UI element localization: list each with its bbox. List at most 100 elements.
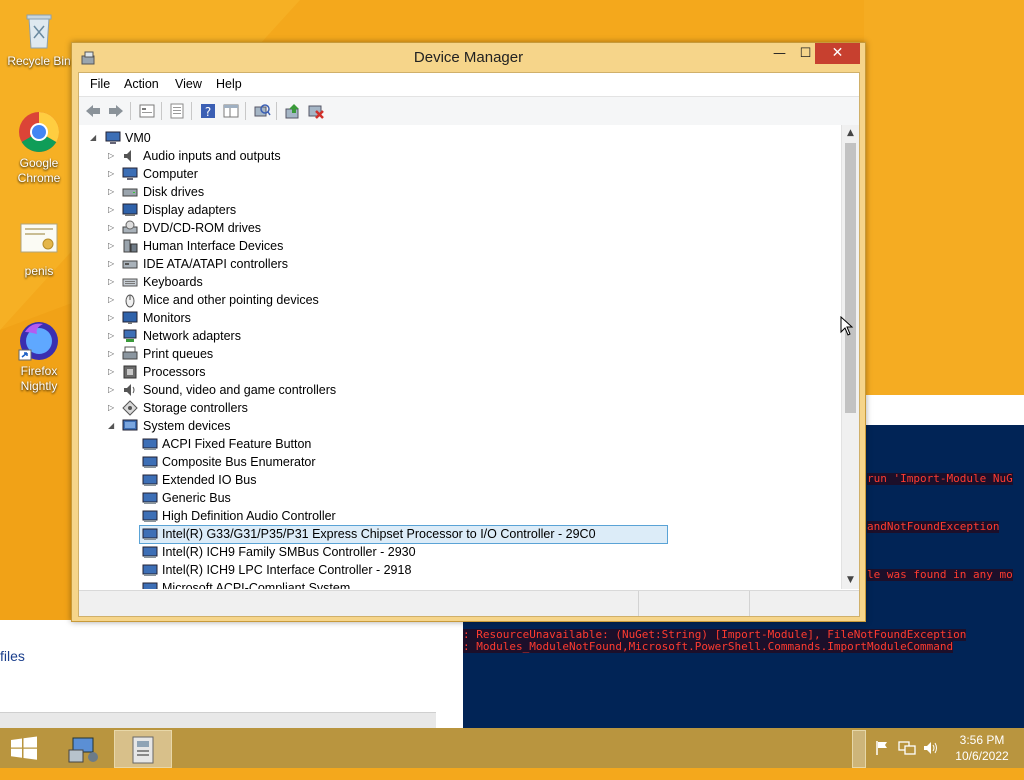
- status-bar: [79, 590, 859, 616]
- expand-arrow-icon[interactable]: ▷: [108, 237, 118, 255]
- back-arrow-icon[interactable]: [84, 102, 102, 120]
- collapse-arrow-icon[interactable]: ◢: [90, 129, 100, 147]
- system-device-label: Intel(R) ICH9 Family SMBus Controller - …: [162, 545, 416, 559]
- grid-view-icon[interactable]: [222, 102, 240, 120]
- chrome-icon: [17, 110, 61, 154]
- hid-icon: [122, 238, 138, 254]
- expand-arrow-icon[interactable]: ▷: [108, 147, 118, 165]
- system-device-label: High Definition Audio Controller: [162, 509, 336, 523]
- help-icon[interactable]: ?: [199, 102, 217, 120]
- desktop-icon-chrome[interactable]: Google Chrome: [4, 110, 74, 186]
- chipset-icon: [142, 562, 158, 578]
- tree-category-label: Disk drives: [143, 185, 205, 199]
- scroll-up-arrow-icon[interactable]: ▲: [842, 125, 859, 142]
- desktop-icon-label: Recycle Bin: [7, 54, 71, 68]
- expand-arrow-icon[interactable]: ▷: [108, 165, 118, 183]
- expand-arrow-icon[interactable]: ▷: [108, 363, 118, 381]
- disk-drive-icon: [122, 184, 138, 200]
- network-icon[interactable]: [898, 740, 916, 780]
- explorer-files-label[interactable]: files: [0, 648, 25, 664]
- expand-arrow-icon[interactable]: ▷: [108, 273, 118, 291]
- menu-action[interactable]: Action: [124, 77, 159, 91]
- volume-icon[interactable]: [922, 740, 940, 780]
- scroll-handle[interactable]: [852, 730, 866, 768]
- svg-text:?: ?: [205, 105, 211, 119]
- expand-arrow-icon[interactable]: ▷: [108, 381, 118, 399]
- taskbar: 3:56 PM 10/6/2022: [0, 728, 1024, 768]
- expand-arrow-icon[interactable]: ▷: [108, 219, 118, 237]
- toolbar-separator: [191, 102, 192, 120]
- toolbar: ?: [79, 96, 859, 126]
- uninstall-device-icon[interactable]: [307, 102, 325, 120]
- system-device-label: Intel(R) G33/G31/P35/P31 Express Chipset…: [162, 527, 596, 541]
- chipset-icon: [142, 490, 158, 506]
- keyboard-icon: [122, 274, 138, 290]
- chipset-icon: [142, 544, 158, 560]
- menu-bar: File Action View Help: [79, 73, 859, 95]
- tree-category-label: Network adapters: [143, 329, 241, 343]
- expand-arrow-icon[interactable]: ▷: [108, 309, 118, 327]
- desktop-icon-certificate[interactable]: penis: [4, 218, 74, 279]
- expand-arrow-icon[interactable]: ▷: [108, 327, 118, 345]
- device-manager-window[interactable]: Device Manager — ☐ ✕ File Action View He…: [71, 42, 866, 622]
- expand-arrow-icon[interactable]: ▷: [108, 255, 118, 273]
- close-button[interactable]: ✕: [815, 43, 860, 64]
- recycle-bin-icon: [17, 8, 61, 52]
- start-button[interactable]: [0, 728, 48, 768]
- desktop-icon-recycle-bin[interactable]: Recycle Bin: [4, 8, 74, 69]
- flag-icon[interactable]: [874, 740, 890, 780]
- system-device-label: Composite Bus Enumerator: [162, 455, 316, 469]
- powershell-error-line: le was found in any mo: [867, 568, 1013, 581]
- collapse-arrow-icon[interactable]: ◢: [108, 417, 118, 435]
- computer-icon: [105, 130, 121, 146]
- tree-category-label: Print queues: [143, 347, 214, 361]
- update-driver-icon[interactable]: [284, 102, 302, 120]
- monitor-icon: [122, 310, 138, 326]
- title-bar[interactable]: Device Manager — ☐ ✕: [72, 43, 865, 73]
- scroll-down-arrow-icon[interactable]: ▼: [842, 572, 859, 589]
- printer-icon: [122, 346, 138, 362]
- dvd-drive-icon: [122, 220, 138, 236]
- speaker-icon: [122, 148, 138, 164]
- system-clock[interactable]: 3:56 PM 10/6/2022: [950, 732, 1014, 764]
- expand-arrow-icon[interactable]: ▷: [108, 183, 118, 201]
- expand-arrow-icon[interactable]: ▷: [108, 345, 118, 363]
- show-hidden-icon[interactable]: [168, 102, 186, 120]
- desktop-icon-label: Google Chrome: [17, 156, 61, 185]
- toolbar-separator: [161, 102, 162, 120]
- certificate-file-icon: [17, 218, 61, 262]
- forward-arrow-icon[interactable]: [107, 102, 125, 120]
- clock-time: 3:56 PM: [959, 733, 1005, 747]
- menu-file[interactable]: File: [90, 77, 110, 91]
- expand-arrow-icon[interactable]: ▷: [108, 201, 118, 219]
- desktop-icon-firefox-nightly[interactable]: Firefox Nightly: [4, 318, 74, 394]
- file-explorer-window[interactable]: files: [0, 620, 463, 730]
- ide-controller-icon: [122, 256, 138, 272]
- expand-arrow-icon[interactable]: ▷: [108, 399, 118, 417]
- vertical-scrollbar[interactable]: ▲ ▼: [841, 125, 859, 589]
- processor-icon: [122, 364, 138, 380]
- scan-hardware-icon[interactable]: [253, 102, 271, 120]
- status-divider: [638, 591, 639, 616]
- clock-date: 10/6/2022: [955, 749, 1009, 763]
- tree-category-label: Monitors: [143, 311, 191, 325]
- scrollbar-thumb[interactable]: [845, 143, 856, 413]
- vm-app-task-icon: [132, 736, 154, 764]
- system-device-label: Generic Bus: [162, 491, 231, 505]
- menu-help[interactable]: Help: [216, 77, 242, 91]
- tree-root-label: VM0: [125, 131, 151, 145]
- expand-arrow-icon[interactable]: ▷: [108, 291, 118, 309]
- tree-category-label: Processors: [143, 365, 206, 379]
- explorer-horizontal-scrollbar[interactable]: [0, 712, 436, 729]
- properties-view-icon[interactable]: [138, 102, 156, 120]
- powershell-error-line: : Modules_ModuleNotFound,Microsoft.Power…: [463, 640, 954, 653]
- tree-category-label: Sound, video and game controllers: [143, 383, 337, 397]
- tree-category-label: Mice and other pointing devices: [143, 293, 319, 307]
- sound-controller-icon: [122, 382, 138, 398]
- taskbar-device-manager[interactable]: [57, 730, 113, 766]
- minimize-button[interactable]: —: [765, 43, 794, 64]
- device-tree[interactable]: ◢ VM0 ▷ Audio inputs and outputs ▷ Computer…: [79, 125, 841, 589]
- menu-view[interactable]: View: [175, 77, 202, 91]
- desktop-icon-label: penis: [24, 264, 54, 278]
- taskbar-vm-app[interactable]: [114, 730, 172, 768]
